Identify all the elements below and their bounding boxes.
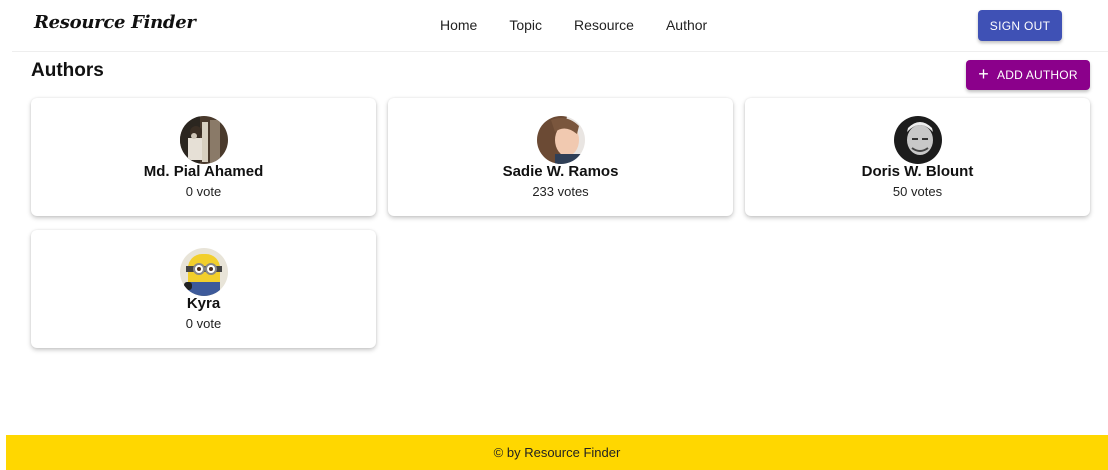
author-votes: 0 vote [185, 316, 222, 331]
author-votes: 0 vote [185, 184, 222, 199]
author-votes: 50 votes [892, 184, 943, 199]
plus-icon: + [978, 64, 990, 84]
nav-home[interactable]: Home [440, 17, 477, 33]
page-title: Authors [31, 60, 104, 81]
author-avatar [537, 116, 585, 164]
author-avatar [180, 116, 228, 164]
footer: © by Resource Finder [6, 435, 1108, 470]
author-card[interactable]: Kyra 0 vote [31, 230, 376, 348]
nav-topic[interactable]: Topic [509, 17, 542, 33]
top-navbar: Resource Finder Home Topic Resource Auth… [12, 0, 1108, 52]
nav-author[interactable]: Author [666, 17, 707, 33]
author-card[interactable]: Doris W. Blount 50 votes [745, 98, 1090, 216]
add-author-button[interactable]: + ADD AUTHOR [966, 60, 1090, 90]
sign-out-button[interactable]: SIGN OUT [978, 10, 1062, 41]
author-votes: 233 votes [532, 184, 589, 199]
author-avatar [894, 116, 942, 164]
add-author-label: ADD AUTHOR [997, 68, 1078, 82]
nav-links: Home Topic Resource Author [440, 0, 707, 50]
footer-text: © by Resource Finder [493, 445, 621, 460]
author-name: Doris W. Blount [861, 163, 974, 180]
author-name: Sadie W. Ramos [502, 163, 619, 180]
brand-logo[interactable]: Resource Finder [34, 12, 196, 33]
author-card[interactable]: Sadie W. Ramos 233 votes [388, 98, 733, 216]
author-name: Md. Pial Ahamed [143, 163, 264, 180]
author-name: Kyra [186, 295, 221, 312]
author-card[interactable]: Md. Pial Ahamed 0 vote [31, 98, 376, 216]
nav-resource[interactable]: Resource [574, 17, 634, 33]
author-avatar [180, 248, 228, 296]
